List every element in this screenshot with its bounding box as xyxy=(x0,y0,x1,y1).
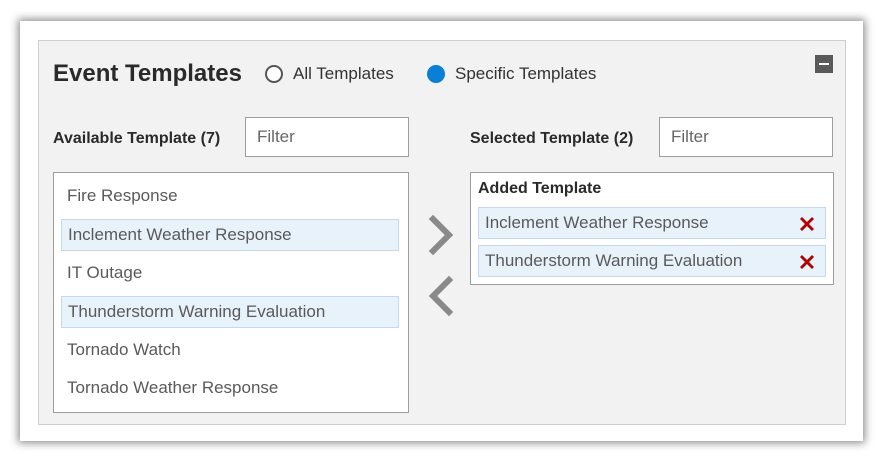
collapse-minus-icon[interactable] xyxy=(815,55,833,73)
list-item[interactable]: Thunderstorm Warning Evaluation xyxy=(478,245,826,277)
selected-template-list: Added Template Inclement Weather Respons… xyxy=(470,172,834,285)
radio-specific-label: Specific Templates xyxy=(455,64,597,83)
radio-checked-icon xyxy=(427,65,445,83)
list-item[interactable]: Tornado Weather Response xyxy=(61,373,399,405)
list-item[interactable]: Tornado Watch xyxy=(61,335,399,367)
available-template-label: Available Template (7) xyxy=(53,130,221,147)
list-item[interactable]: Fire Response xyxy=(61,181,399,213)
panel-title: Event Templates xyxy=(53,60,242,87)
radio-specific-templates[interactable]: Specific Templates xyxy=(427,63,596,85)
list-item[interactable]: Thunderstorm Warning Evaluation xyxy=(61,296,399,328)
chevron-right-icon[interactable] xyxy=(421,213,461,257)
available-template-list: Fire Response Inclement Weather Response… xyxy=(53,172,409,413)
chevron-left-icon[interactable] xyxy=(421,274,461,318)
list-item[interactable]: Inclement Weather Response xyxy=(61,219,399,251)
remove-x-icon[interactable] xyxy=(797,252,817,272)
list-item[interactable]: Inclement Weather Response xyxy=(478,207,826,239)
radio-unchecked-icon xyxy=(265,65,283,83)
dialog-frame: Event Templates All Templates Specific T… xyxy=(20,21,863,441)
radio-all-templates[interactable]: All Templates xyxy=(265,63,394,85)
radio-all-label: All Templates xyxy=(293,64,394,83)
selected-template-label: Selected Template (2) xyxy=(470,130,634,147)
remove-x-icon[interactable] xyxy=(797,214,817,234)
list-item[interactable]: IT Outage xyxy=(61,258,399,290)
event-templates-panel: Event Templates All Templates Specific T… xyxy=(38,40,846,425)
selected-filter-input[interactable] xyxy=(659,117,833,157)
available-filter-input[interactable] xyxy=(245,117,409,157)
added-template-heading: Added Template xyxy=(478,180,602,197)
